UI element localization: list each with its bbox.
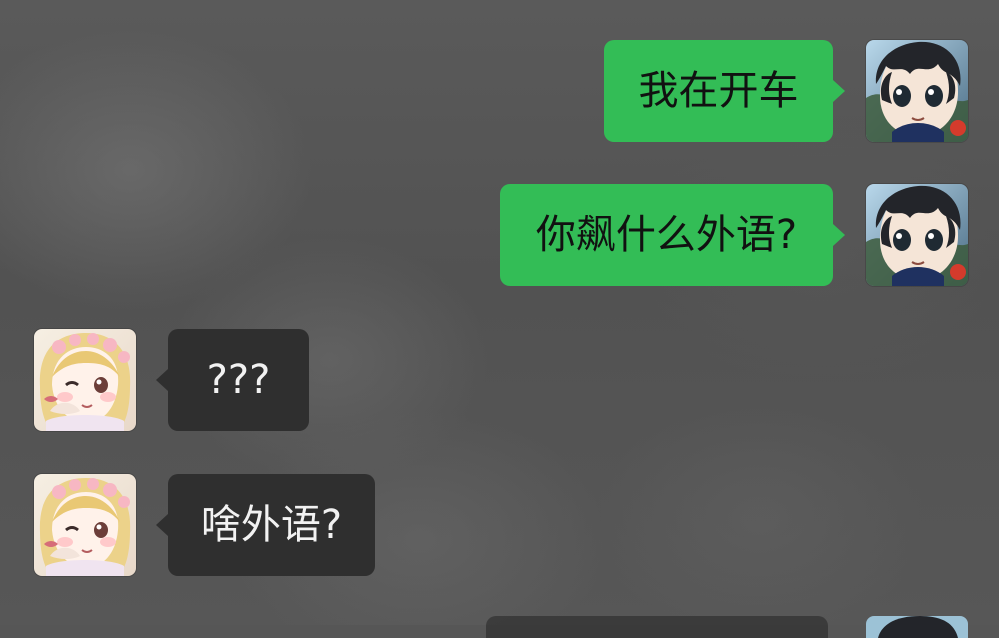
received-message-bubble[interactable]: ???: [156, 329, 309, 431]
boy-avatar-icon[interactable]: [866, 40, 968, 142]
message-row: ???: [0, 329, 999, 431]
message-text: 我在开车: [638, 68, 799, 114]
received-message-bubble[interactable]: 啥外语?: [156, 474, 375, 576]
message-row: 啥外语?: [0, 474, 999, 576]
boy-avatar-icon[interactable]: [866, 616, 968, 638]
message-row: 我在开车: [0, 40, 999, 142]
message-text: 啥外语?: [200, 502, 343, 548]
sent-message-bubble[interactable]: 你飙什么外语?: [500, 184, 845, 286]
message-text: ???: [206, 357, 271, 403]
message-text: 你飙什么外语?: [535, 212, 798, 258]
sent-message-bubble[interactable]: 我在开车: [604, 40, 845, 142]
girl-avatar-icon[interactable]: [34, 329, 136, 431]
partial-message-bubble[interactable]: [486, 616, 828, 638]
chat-thread: 我在开车 你飙什么外语? ??? 啥外语?: [0, 0, 999, 638]
girl-avatar-icon[interactable]: [34, 474, 136, 576]
boy-avatar-icon[interactable]: [866, 184, 968, 286]
message-row: 你飙什么外语?: [0, 184, 999, 286]
